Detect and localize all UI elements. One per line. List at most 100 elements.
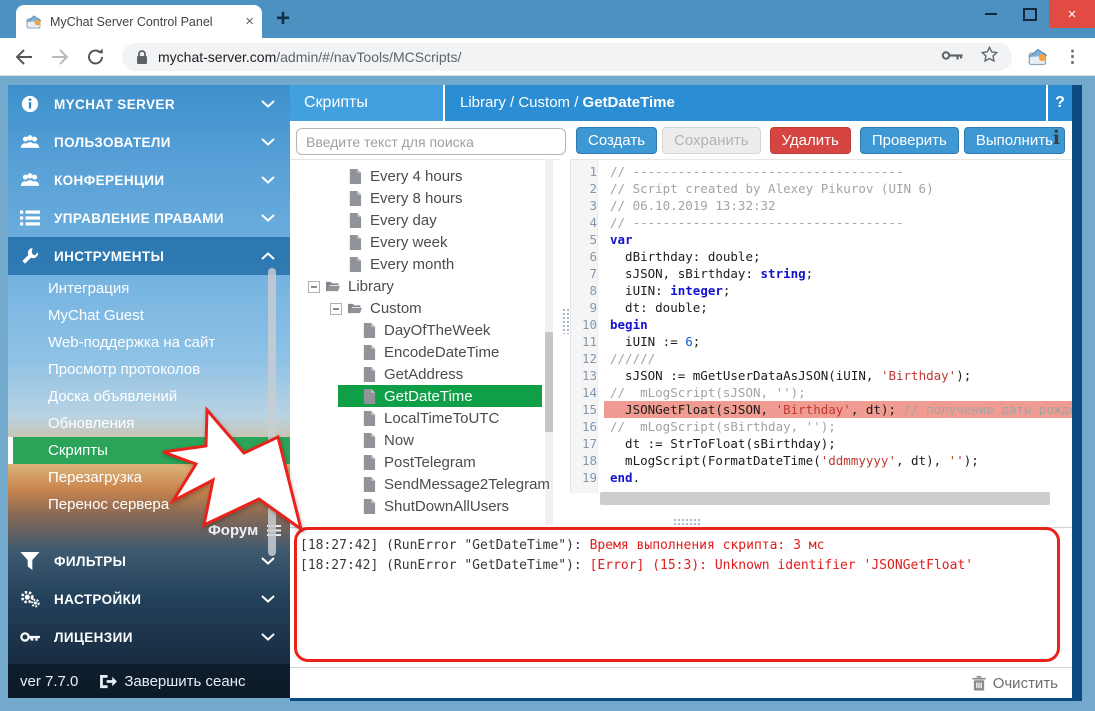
sidebar-subitem[interactable]: MyChat Guest	[8, 302, 290, 329]
key-icon	[20, 627, 44, 647]
version-label: ver 7.7.0	[20, 673, 78, 690]
password-key-icon[interactable]	[941, 48, 963, 66]
editor-hscrollbar-thumb[interactable]	[600, 492, 1050, 505]
file-icon	[348, 191, 364, 206]
mychat-extension-icon[interactable]	[1028, 47, 1048, 67]
sidebar-item-settings[interactable]: НАСТРОЙКИ	[8, 580, 290, 618]
tree-item-LocalTimeToUTC[interactable]: LocalTimeToUTC	[290, 407, 560, 429]
sidebar-item-tools[interactable]: ИНСТРУМЕНТЫ	[8, 237, 290, 275]
help-button[interactable]: ?	[1046, 85, 1072, 121]
code-line-19: 19end.	[571, 469, 1072, 486]
code-text: var	[604, 231, 1072, 248]
logout-button[interactable]: Завершить сеанс	[100, 673, 245, 690]
collapse-icon[interactable]	[308, 280, 320, 292]
reload-icon[interactable]	[86, 47, 106, 67]
tree-item-label: GetAddress	[384, 366, 463, 383]
tree-item-Every 8 hours[interactable]: Every 8 hours	[290, 187, 560, 209]
file-icon	[348, 169, 364, 184]
tree-scrollbar-thumb[interactable]	[545, 332, 553, 432]
save-button[interactable]: Сохранить	[662, 127, 761, 154]
code-text: end.	[604, 469, 1072, 486]
sidebar-subitem[interactable]: Web-поддержка на сайт	[8, 329, 290, 356]
log-output: [18:27:42] (RunError "GetDateTime"): Вре…	[290, 527, 1072, 667]
code-line-12: 12//////	[571, 350, 1072, 367]
file-icon	[362, 323, 378, 338]
line-number: 16	[571, 418, 604, 435]
tree-item-SendMessage2Telegram[interactable]: SendMessage2Telegram	[290, 473, 560, 495]
sidebar-item-label: ФИЛЬТРЫ	[44, 554, 261, 569]
browser-tab[interactable]: MyChat Server Control Panel ×	[16, 5, 262, 38]
line-number: 12	[571, 350, 604, 367]
chevron-down-icon	[261, 133, 276, 151]
tree-item-Custom[interactable]: Custom	[290, 297, 560, 319]
minimize-button[interactable]	[971, 13, 1011, 15]
vertical-splitter[interactable]	[560, 159, 570, 525]
tree-item-PostTelegram[interactable]: PostTelegram	[290, 451, 560, 473]
log-line: [18:27:42] (RunError "GetDateTime"): Вре…	[300, 536, 1072, 556]
sidebar-subitem[interactable]: Просмотр протоколов	[8, 356, 290, 383]
line-number: 15	[571, 401, 604, 418]
code-text: //////	[604, 350, 1072, 367]
code-editor[interactable]: 1// ------------------------------------…	[570, 159, 1072, 493]
tree-item-EncodeDateTime[interactable]: EncodeDateTime	[290, 341, 560, 363]
sidebar: MYCHAT SERVERПОЛЬЗОВАТЕЛИ КОНФЕРЕНЦИИ УПРА…	[8, 85, 290, 698]
tree-item-Every month[interactable]: Every month	[290, 253, 560, 275]
line-number: 4	[571, 214, 604, 231]
sidebar-item-label: ИНСТРУМЕНТЫ	[44, 249, 261, 264]
sidebar-item-users[interactable]: ПОЛЬЗОВАТЕЛИ	[8, 123, 290, 161]
new-tab-button[interactable]: +	[276, 4, 290, 34]
line-number: 5	[571, 231, 604, 248]
check-button[interactable]: Проверить	[860, 127, 959, 154]
tree-item-label: LocalTimeToUTC	[384, 410, 499, 427]
log-message: Время выполнения скрипта: 3 мс	[590, 538, 825, 553]
tree-item-GetDateTime[interactable]: GetDateTime	[290, 385, 560, 407]
bookmark-star-icon[interactable]	[981, 46, 998, 68]
url-bar[interactable]: mychat-server.com/admin/#/navTools/MCScr…	[122, 43, 1012, 71]
chevron-down-icon	[261, 209, 276, 227]
code-line-3: 3// 06.10.2019 13:32:32	[571, 197, 1072, 214]
sidebar-item-filters[interactable]: ФИЛЬТРЫ	[8, 542, 290, 580]
tree-item-DayOfTheWeek[interactable]: DayOfTheWeek	[290, 319, 560, 341]
sidebar-item-mychat-server[interactable]: MYCHAT SERVER	[8, 85, 290, 123]
code-text: iUIN: integer;	[604, 282, 1072, 299]
tab-close-icon[interactable]: ×	[245, 14, 254, 29]
line-number: 17	[571, 435, 604, 452]
tree-item-Every day[interactable]: Every day	[290, 209, 560, 231]
sidebar-item-permissions[interactable]: УПРАВЛЕНИЕ ПРАВАМИ	[8, 199, 290, 237]
line-number: 9	[571, 299, 604, 316]
info-icon[interactable]: i	[1053, 127, 1060, 149]
tree-item-Library[interactable]: Library	[290, 275, 560, 297]
collapse-icon[interactable]	[330, 302, 342, 314]
code-line-5: 5var	[571, 231, 1072, 248]
tree-item-Every week[interactable]: Every week	[290, 231, 560, 253]
close-button[interactable]: ×	[1049, 0, 1095, 28]
tree-item-label: Now	[384, 432, 414, 449]
clear-log-button[interactable]: Очистить	[972, 669, 1058, 698]
section-topbar: Скрипты Library / Custom / GetDateTime ?	[290, 85, 1072, 121]
tree-item-ShutDownAllUsers[interactable]: ShutDownAllUsers	[290, 495, 560, 517]
maximize-button[interactable]	[1011, 8, 1049, 21]
log-splitter-handle-icon[interactable]	[673, 518, 701, 525]
sidebar-item-licenses[interactable]: ЛИЦЕНЗИИ	[8, 618, 290, 656]
tree-item-Now[interactable]: Now	[290, 429, 560, 451]
gears-icon	[20, 589, 44, 609]
sidebar-item-label: КОНФЕРЕНЦИИ	[44, 173, 261, 188]
browser-menu-icon[interactable]: ⋮	[1064, 47, 1081, 67]
tree-item-Every 4 hours[interactable]: Every 4 hours	[290, 165, 560, 187]
code-line-7: 7 sJSON, sBirthday: string;	[571, 265, 1072, 282]
log-message: [Error] (15:3): Unknown identifier 'JSON…	[590, 558, 974, 573]
create-button[interactable]: Создать	[576, 127, 657, 154]
back-icon[interactable]	[14, 47, 34, 67]
browser-tab-bar: MyChat Server Control Panel × + ×	[0, 0, 1095, 38]
code-line-17: 17 dt := StrToFloat(sBirthday);	[571, 435, 1072, 452]
delete-button[interactable]: Удалить	[770, 127, 851, 154]
tree-item-GetAddress[interactable]: GetAddress	[290, 363, 560, 385]
script-tree: Every 4 hoursEvery 8 hoursEvery dayEvery…	[290, 159, 560, 525]
forward-icon[interactable]	[50, 47, 70, 67]
search-input[interactable]	[296, 128, 566, 155]
lock-icon	[136, 49, 148, 65]
run-button[interactable]: Выполнить	[964, 127, 1065, 154]
file-icon	[348, 235, 364, 250]
sidebar-subitem[interactable]: Интеграция	[8, 275, 290, 302]
sidebar-item-conferences[interactable]: КОНФЕРЕНЦИИ	[8, 161, 290, 199]
